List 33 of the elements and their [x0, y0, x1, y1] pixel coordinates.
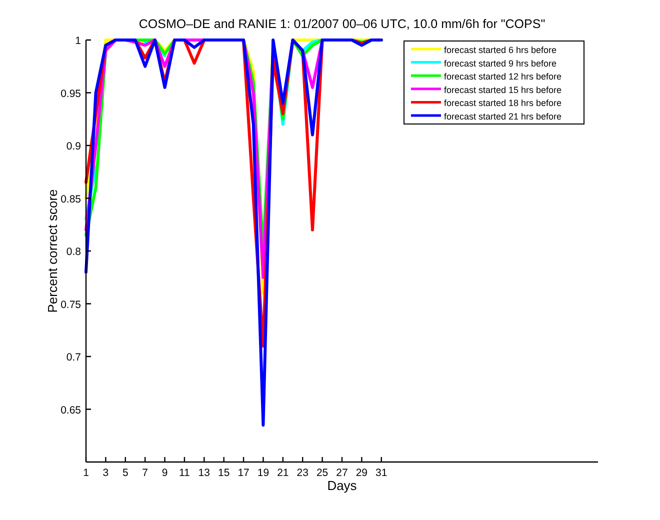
y-tick-label: 0.85 — [60, 193, 81, 206]
y-tick-label: 0.75 — [60, 298, 81, 311]
legend-label: forecast started 18 hrs before — [444, 98, 562, 108]
x-tick-label: 11 — [179, 467, 190, 479]
x-tick-label: 9 — [162, 467, 168, 479]
x-tick-label: 23 — [296, 467, 308, 479]
x-tick-label: 7 — [142, 467, 148, 479]
y-tick-label: 0.9 — [66, 140, 81, 152]
x-tick-label: 27 — [336, 467, 348, 479]
legend-label: forecast started 6 hrs before — [444, 45, 557, 55]
x-tick-label: 25 — [316, 467, 328, 479]
y-tick-label: 0.95 — [60, 88, 81, 100]
legend-label: forecast started 12 hrs before — [444, 72, 562, 82]
x-tick-label: 17 — [238, 467, 250, 479]
y-tick-label: 0.8 — [66, 246, 81, 258]
y-axis-label: Percent correct score — [45, 189, 60, 313]
legend-label: forecast started 15 hrs before — [444, 84, 562, 95]
x-tick-label: 15 — [218, 467, 230, 479]
y-tick-label: 0.65 — [60, 404, 81, 416]
y-tick-label: 1 — [75, 35, 81, 47]
x-tick-label: 1 — [83, 467, 89, 479]
x-tick-label: 3 — [102, 467, 109, 479]
legend-label: forecast started 21 hrs before — [444, 112, 562, 122]
x-tick-label: 31 — [376, 467, 388, 479]
chart-title: COSMO–DE and RANIE 1: 01/2007 00–06 UTC, 10.0 mm/6h for "COPS" — [138, 17, 546, 31]
x-tick-label: 13 — [198, 467, 210, 479]
y-tick-label: 0.7 — [66, 352, 81, 364]
x-tick-label: 19 — [257, 467, 270, 479]
x-tick-label: 29 — [356, 467, 368, 479]
x-tick-label: 21 — [277, 467, 289, 479]
legend-label: forecast started 9 hrs before — [444, 58, 557, 68]
x-axis-label: Days — [327, 478, 357, 493]
x-tick-label: 5 — [122, 467, 128, 479]
